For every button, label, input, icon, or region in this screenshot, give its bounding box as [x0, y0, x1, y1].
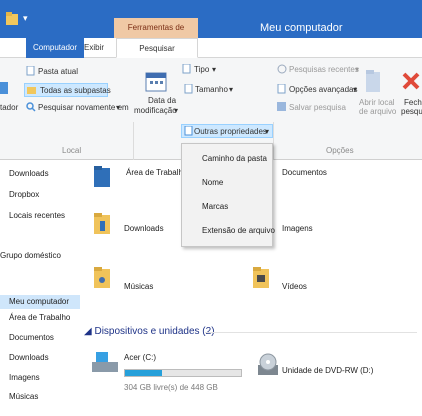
- nav-item-dropbox[interactable]: Dropbox: [9, 190, 39, 199]
- close-search-icon: [402, 72, 420, 90]
- recent-searches-icon: [277, 64, 287, 74]
- size-arrow-icon[interactable]: ▾: [229, 85, 233, 94]
- folder-documents[interactable]: Documentos: [282, 168, 327, 177]
- current-folder-button[interactable]: Pasta atual: [38, 67, 78, 76]
- folder-icon-desktop: [94, 166, 110, 187]
- nav-item-music[interactable]: Músicas: [9, 392, 38, 401]
- ribbon-tab-row: Computador Exibir Pesquisar: [0, 38, 422, 58]
- search-again-arrow-icon[interactable]: ▾: [116, 103, 120, 112]
- drive-c-name[interactable]: Acer (C:): [124, 353, 156, 362]
- menu-item-name[interactable]: Nome: [202, 178, 223, 187]
- open-file-location-icon: [366, 70, 380, 92]
- other-properties-menu: Caminho da pasta Nome Marcas Extensão de…: [181, 143, 275, 247]
- date-modified-line2[interactable]: modificação: [134, 106, 177, 115]
- tab-pesquisar[interactable]: Pesquisar: [116, 38, 198, 58]
- folder-icon: [6, 12, 18, 25]
- menu-item-tags[interactable]: Marcas: [202, 202, 228, 211]
- document-icon: [26, 66, 35, 76]
- close-search-line1[interactable]: Fecha: [404, 98, 422, 107]
- folder-videos[interactable]: Vídeos: [282, 282, 307, 291]
- folder-icon-downloads: [94, 213, 110, 234]
- section-title: Dispositivos e unidades (2): [94, 326, 215, 337]
- menu-item-folder-path[interactable]: Caminho da pasta: [202, 154, 267, 163]
- folder-downloads[interactable]: Downloads: [124, 224, 164, 233]
- section-collapse-icon[interactable]: ◢: [84, 326, 94, 337]
- folder-pictures[interactable]: Imagens: [282, 224, 313, 233]
- save-search-icon: [277, 102, 286, 111]
- title-bar: [0, 0, 422, 38]
- open-location-line2[interactable]: de arquivo: [359, 107, 396, 116]
- dvd-drive-icon: [258, 353, 278, 375]
- computer-icon: [0, 82, 8, 94]
- tab-exibir[interactable]: Exibir: [80, 38, 108, 58]
- close-search-line2[interactable]: pesqui: [401, 107, 422, 116]
- nav-item-downloads[interactable]: Downloads: [9, 169, 49, 178]
- drive-capacity-bar: [124, 369, 242, 377]
- other-properties-arrow-icon[interactable]: ▾: [265, 127, 269, 136]
- kind-button[interactable]: Tipo: [194, 65, 209, 74]
- nav-item-pictures[interactable]: Imagens: [9, 373, 40, 382]
- group-label-options: Opções: [326, 146, 354, 155]
- navigation-pane: Downloads Dropbox Locais recentes Grupo …: [0, 160, 80, 416]
- properties-icon: [184, 126, 193, 136]
- kind-arrow-icon[interactable]: ▾: [212, 65, 216, 74]
- tab-computador[interactable]: Computador: [26, 38, 84, 58]
- this-pc-label[interactable]: tador: [0, 103, 18, 112]
- menu-item-file-extension[interactable]: Extensão de arquivo: [202, 226, 275, 235]
- search-again-icon: [26, 102, 36, 112]
- nav-item-this-pc[interactable]: Meu computador: [0, 295, 80, 309]
- nav-item-downloads-2[interactable]: Downloads: [9, 353, 49, 362]
- qat-dropdown-arrow[interactable]: ▾: [23, 13, 28, 24]
- context-tab-search-tools: Ferramentas de Pesquisa: [114, 18, 198, 52]
- nav-item-recent-places[interactable]: Locais recentes: [9, 211, 65, 220]
- date-modified-line1[interactable]: Data da: [148, 96, 176, 105]
- folder-icon-music: [94, 267, 110, 288]
- dvd-drive-name[interactable]: Unidade de DVD-RW (D:): [282, 366, 373, 375]
- drive-icon: [92, 352, 118, 372]
- open-location-line1[interactable]: Abrir local: [359, 98, 395, 107]
- recent-searches-arrow-icon[interactable]: ▾: [355, 65, 359, 74]
- folder-icon-videos: [253, 267, 269, 288]
- advanced-options-button[interactable]: Opções avançadas: [289, 85, 358, 94]
- quick-access-toolbar[interactable]: ▾: [6, 10, 34, 30]
- recent-searches-button[interactable]: Pesquisas recentes: [289, 65, 359, 74]
- folder-desktop[interactable]: Área de Trabalho: [126, 168, 187, 177]
- nav-item-desktop[interactable]: Área de Trabalho: [9, 313, 70, 322]
- size-icon: [184, 84, 193, 94]
- advanced-options-arrow-icon[interactable]: ▾: [353, 85, 357, 94]
- all-subfolders-button[interactable]: Todas as subpastas: [40, 86, 111, 95]
- save-search-button[interactable]: Salvar pesquisa: [289, 103, 346, 112]
- advanced-options-icon: [277, 84, 286, 94]
- window-title: Meu computador: [260, 22, 343, 34]
- nav-item-homegroup[interactable]: Grupo doméstico: [0, 251, 61, 260]
- drive-c-free-space: 304 GB livre(s) de 448 GB: [124, 383, 218, 392]
- drive-capacity-fill: [125, 370, 163, 376]
- nav-item-documents[interactable]: Documentos: [9, 333, 54, 342]
- kind-icon: [182, 64, 191, 74]
- folder-music[interactable]: Músicas: [124, 282, 153, 291]
- subfolders-icon: [27, 87, 36, 94]
- section-divider: [205, 332, 417, 333]
- other-properties-button[interactable]: Outras propriedades: [194, 127, 267, 136]
- calendar-icon: [145, 72, 167, 92]
- group-label-local: Local: [62, 146, 82, 155]
- size-button[interactable]: Tamanho: [195, 85, 228, 94]
- section-devices-drives[interactable]: ◢ Dispositivos e unidades (2): [84, 326, 215, 337]
- date-modified-arrow-icon[interactable]: ▾: [174, 106, 178, 115]
